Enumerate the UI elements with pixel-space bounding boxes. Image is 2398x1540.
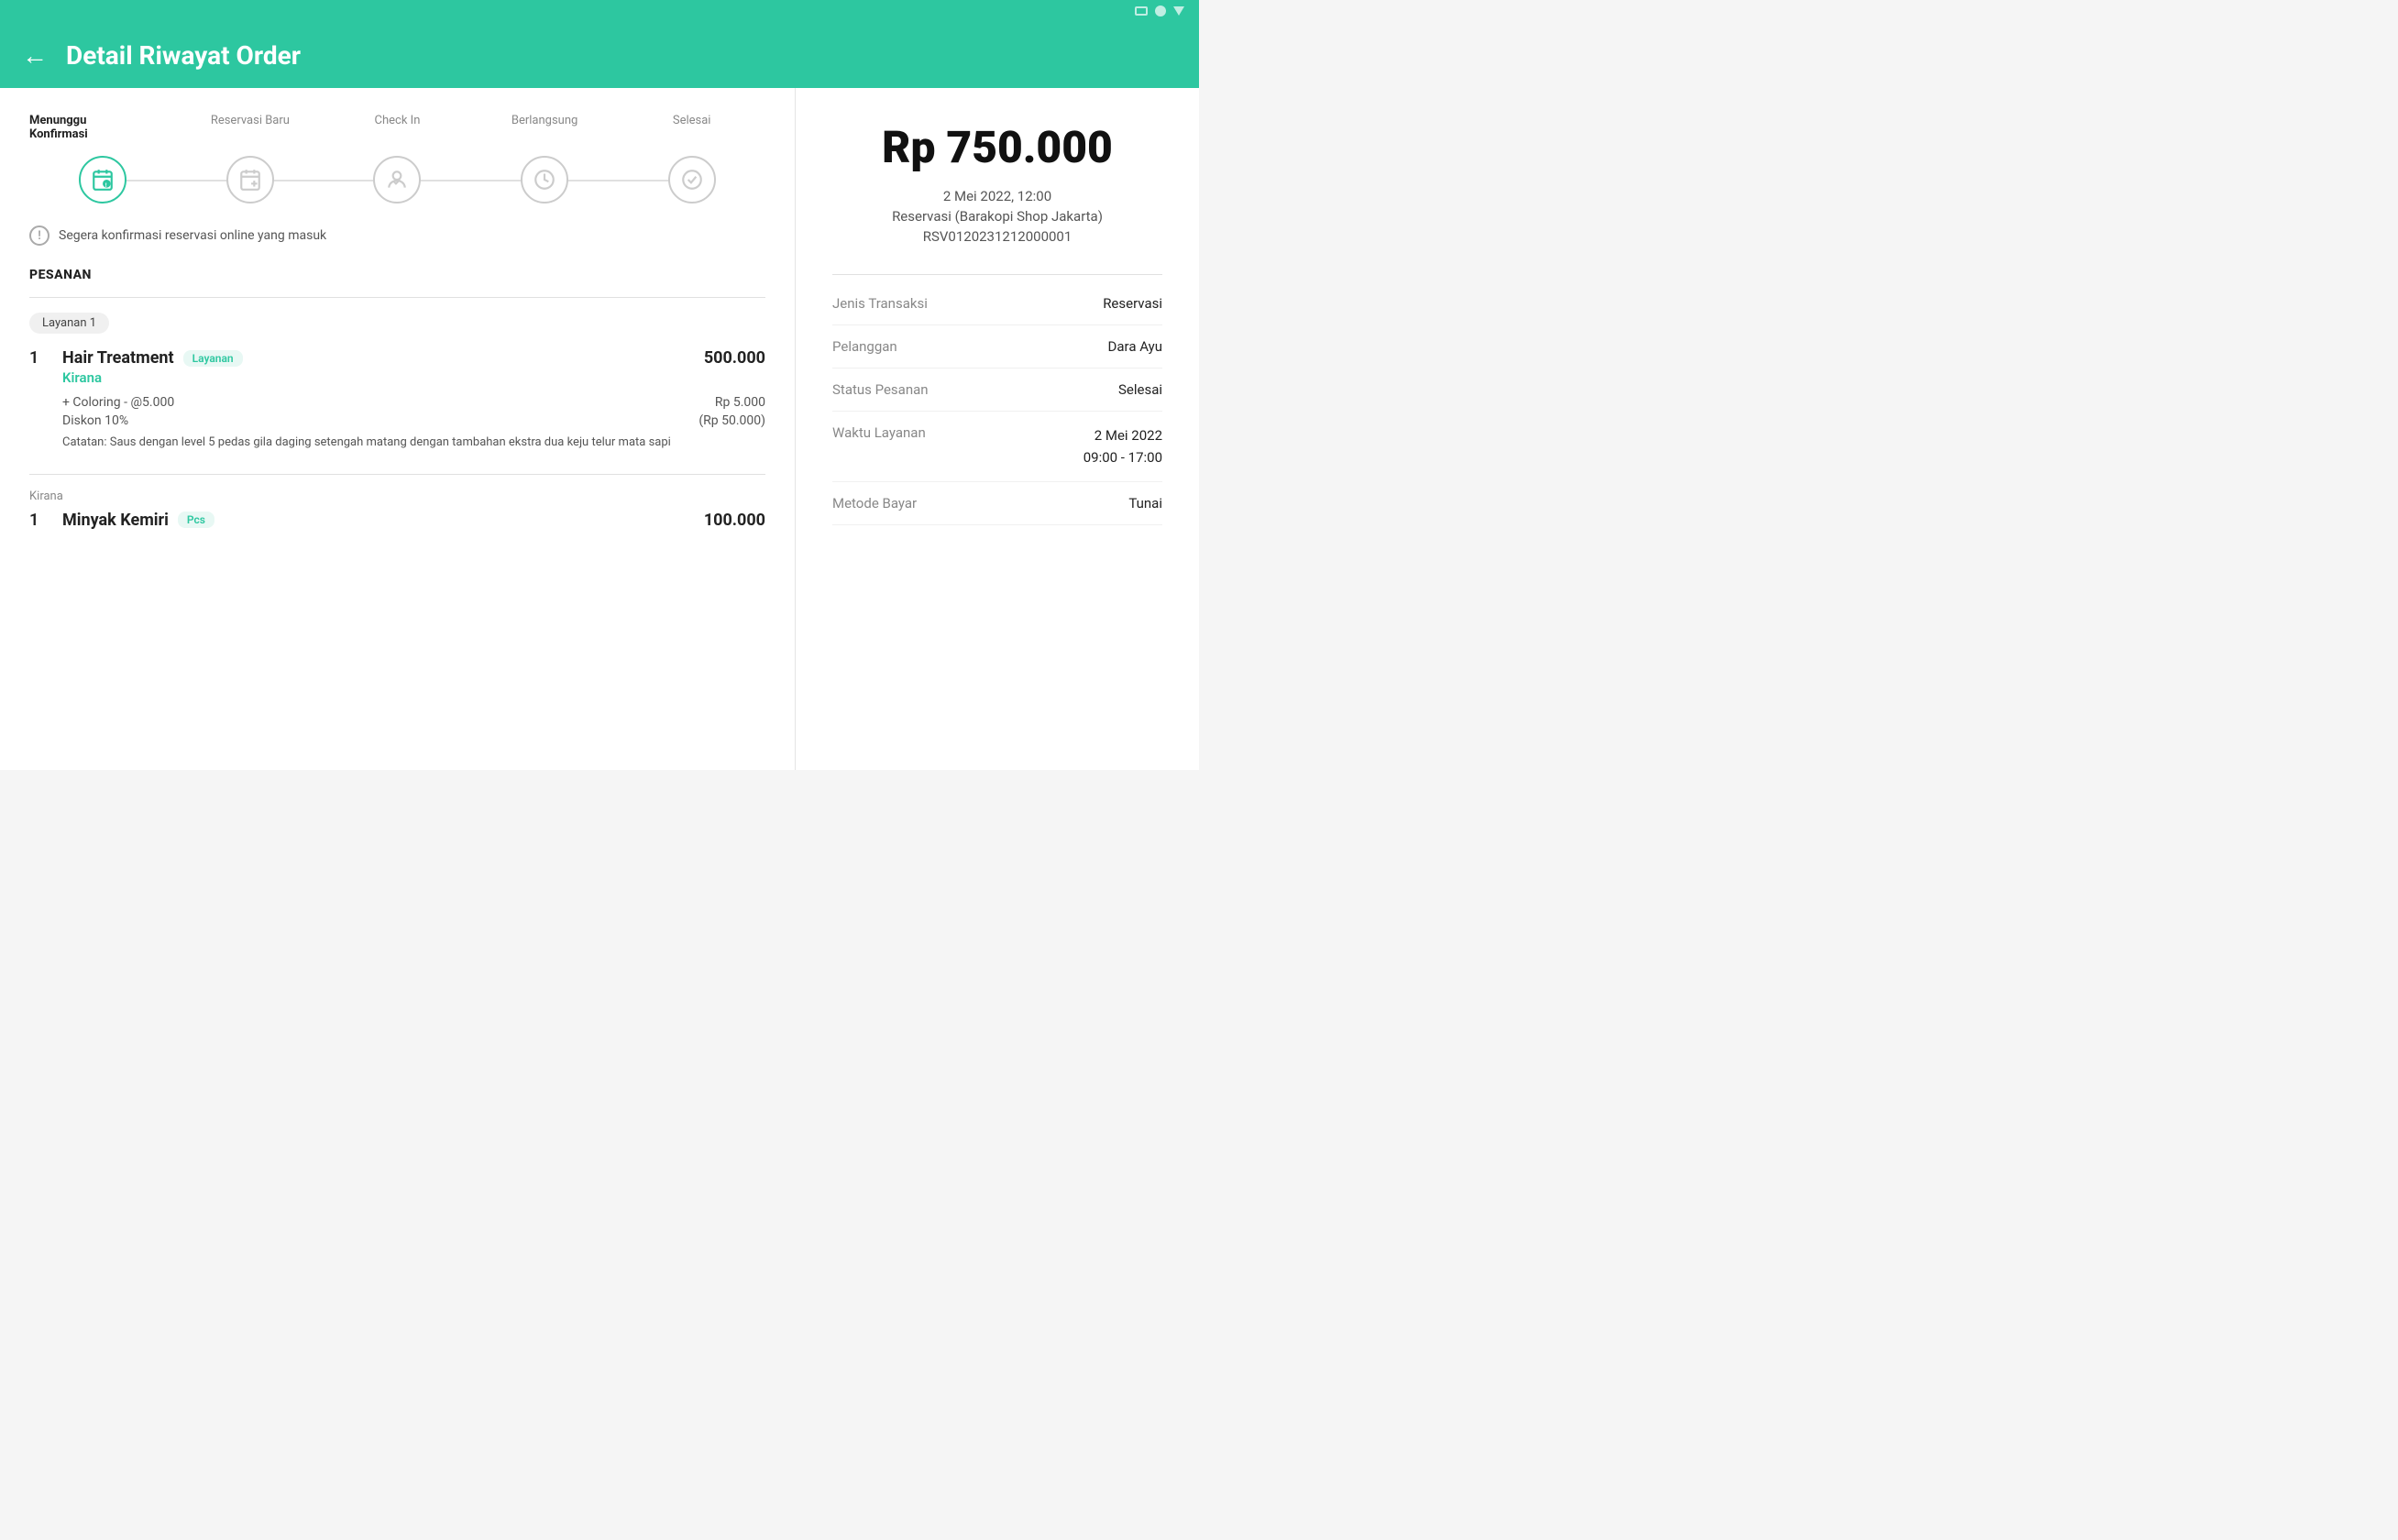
second-group-staff: Kirana [29, 490, 765, 503]
status-bar-triangle-icon [1173, 6, 1184, 16]
steps-labels: MenungguKonfirmasi Reservasi Baru Check … [29, 114, 765, 141]
item-details-1: Minyak Kemiri Pcs [62, 511, 677, 532]
info-value-2: Selesai [1118, 381, 1162, 398]
alert-icon: ! [29, 226, 50, 246]
info-row-3: Waktu Layanan 2 Mei 202209:00 - 17:00 [832, 412, 1162, 482]
steps-icons: ! [29, 156, 765, 204]
discount-name-0: Diskon 10% [62, 413, 128, 428]
main-layout: MenungguKonfirmasi Reservasi Baru Check … [0, 88, 1199, 770]
step-circle-1 [226, 156, 274, 204]
info-row-2: Status Pesanan Selesai [832, 368, 1162, 412]
status-bar-rect-icon [1135, 6, 1148, 16]
order-meta-shop: Reservasi (Barakopi Shop Jakarta) [832, 208, 1162, 225]
status-bar [0, 0, 1199, 22]
discount-price-0: (Rp 50.000) [698, 413, 765, 428]
info-row-1: Pelanggan Dara Ayu [832, 325, 1162, 368]
info-value-4: Tunai [1128, 495, 1162, 512]
order-item-main-0: 1 Hair Treatment Layanan Kirana 500.000 [29, 348, 765, 390]
svg-text:!: ! [105, 182, 107, 189]
info-row-0: Jenis Transaksi Reservasi [832, 282, 1162, 325]
item-details-0: Hair Treatment Layanan Kirana [62, 348, 677, 390]
step-circle-2 [373, 156, 421, 204]
info-label-1: Pelanggan [832, 338, 897, 355]
item-tag-0: Layanan [183, 350, 243, 367]
addon-name-0: + Coloring - @5.000 [62, 395, 174, 410]
notes-row-0: Catatan: Saus dengan level 5 pedas gila … [62, 434, 765, 452]
discount-row-0: Diskon 10% (Rp 50.000) [62, 413, 765, 428]
info-value-3: 2 Mei 202209:00 - 17:00 [1084, 424, 1162, 468]
item-price-0: 500.000 [692, 348, 765, 368]
service-group-label: Layanan 1 [29, 313, 109, 334]
addon-row-0: + Coloring - @5.000 Rp 5.000 [62, 395, 765, 410]
item-name-0: Hair Treatment [62, 348, 174, 368]
order-item-main-1: 1 Minyak Kemiri Pcs 100.000 [29, 511, 765, 532]
item-name-1: Minyak Kemiri [62, 511, 169, 530]
status-bar-circle-icon [1155, 6, 1166, 16]
step-0: ! [29, 156, 177, 204]
step-label-0: MenungguKonfirmasi [29, 114, 177, 141]
order-meta-date: 2 Mei 2022, 12:00 [832, 188, 1162, 204]
item-name-row-0: Hair Treatment Layanan [62, 348, 677, 368]
total-amount: Rp 750.000 [832, 121, 1162, 173]
header: ← Detail Riwayat Order [0, 22, 1199, 88]
second-order-group: Kirana 1 Minyak Kemiri Pcs 100.000 [29, 474, 765, 532]
step-label-3: Berlangsung [471, 114, 619, 141]
item-staff-0: Kirana [62, 369, 677, 386]
alert-text: Segera konfirmasi reservasi online yang … [59, 228, 326, 243]
left-panel: MenungguKonfirmasi Reservasi Baru Check … [0, 88, 796, 770]
step-circle-4 [668, 156, 716, 204]
order-meta-id: RSV0120231212000001 [832, 228, 1162, 245]
info-label-0: Jenis Transaksi [832, 295, 928, 312]
item-qty-0: 1 [29, 348, 48, 368]
page-title: Detail Riwayat Order [66, 40, 301, 71]
item-price-1: 100.000 [692, 511, 765, 530]
order-meta: 2 Mei 2022, 12:00 Reservasi (Barakopi Sh… [832, 188, 1162, 245]
item-name-row-1: Minyak Kemiri Pcs [62, 511, 677, 530]
step-label-2: Check In [324, 114, 471, 141]
item-qty-1: 1 [29, 511, 48, 530]
divider-pesanan [29, 297, 765, 298]
step-circle-3 [521, 156, 568, 204]
addon-price-0: Rp 5.000 [715, 395, 765, 410]
info-label-3: Waktu Layanan [832, 424, 926, 441]
info-divider [832, 274, 1162, 275]
info-label-4: Metode Bayar [832, 495, 917, 512]
info-value-1: Dara Ayu [1108, 338, 1162, 355]
info-label-2: Status Pesanan [832, 381, 929, 398]
order-item-0: 1 Hair Treatment Layanan Kirana 500.000 … [29, 348, 765, 452]
back-button[interactable]: ← [22, 40, 48, 71]
step-label-1: Reservasi Baru [177, 114, 324, 141]
alert-message: ! Segera konfirmasi reservasi online yan… [29, 226, 765, 246]
right-panel: Rp 750.000 2 Mei 2022, 12:00 Reservasi (… [796, 88, 1199, 770]
section-pesanan-title: PESANAN [29, 268, 765, 282]
progress-steps: MenungguKonfirmasi Reservasi Baru Check … [29, 114, 765, 204]
info-row-4: Metode Bayar Tunai [832, 482, 1162, 525]
step-circle-0: ! [79, 156, 126, 204]
info-value-0: Reservasi [1103, 295, 1162, 312]
item-tag-1: Pcs [178, 512, 214, 528]
step-label-4: Selesai [618, 114, 765, 141]
